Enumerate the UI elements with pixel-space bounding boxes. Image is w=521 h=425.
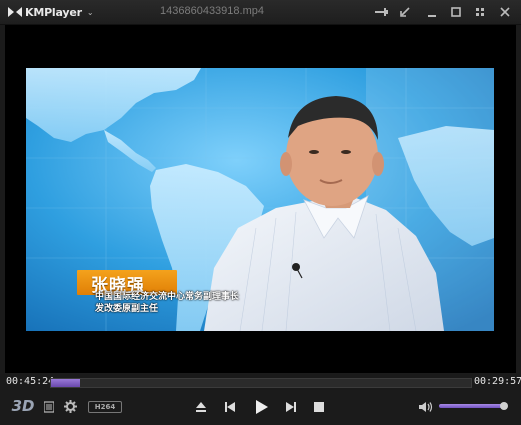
person-title-line2: 发改委原副主任 [95,304,159,314]
volume-slider[interactable] [439,404,502,408]
codec-badge[interactable]: H264 [88,401,122,413]
seek-bar[interactable] [50,378,472,388]
eject-button[interactable] [193,399,209,415]
pin-icon [375,8,388,16]
person-title-line1: 中国国际经济交流中心常务副理事长 [95,292,240,302]
minimize-to-corner-icon [400,7,410,17]
title-caption: 中国国际经济交流中心常务副理事长 发改委原副主任 [95,291,239,315]
seek-row: 00:45:24 00:29:57 [0,374,521,390]
playlist-icon [44,401,54,413]
eject-icon [196,402,206,412]
next-button[interactable] [283,399,299,415]
skip-next-icon [286,402,296,412]
seek-progress [51,379,81,387]
maximize-button[interactable] [448,4,464,20]
control-bar: 3D H264 [0,390,521,425]
minimize-button[interactable] [424,4,440,20]
pin-button[interactable] [373,4,389,20]
compact-mode-button[interactable] [472,4,488,20]
3d-button[interactable]: 3D [11,396,35,416]
remaining-time: 00:29:57 [474,376,521,387]
maximize-icon [451,7,461,17]
kmplayer-logo-icon [8,7,22,17]
elapsed-time: 00:45:24 [6,376,55,387]
stop-button[interactable] [311,399,327,415]
close-icon [500,7,510,17]
minimize-to-corner-button[interactable] [397,4,413,20]
gear-icon [63,399,77,413]
chevron-down-icon: ⌄ [86,7,94,17]
settings-button[interactable] [63,399,77,413]
close-button[interactable] [497,4,513,20]
file-name: 1436860433918.mp4 [160,5,264,17]
volume-knob[interactable] [500,402,508,410]
kmplayer-logo-menu[interactable]: KMPlayer ⌄ [8,5,94,19]
3d-label: 3D [11,397,35,415]
play-button[interactable] [252,398,270,416]
previous-button[interactable] [222,399,238,415]
play-icon [255,400,268,414]
speaker-icon [419,402,433,412]
compact-mode-icon [476,8,484,16]
playlist-button[interactable] [43,400,55,414]
stop-icon [314,402,324,412]
mute-button[interactable] [418,399,434,415]
app-name: KMPlayer [25,5,82,19]
skip-previous-icon [225,402,235,412]
title-bar: KMPlayer ⌄ 1436860433918.mp4 [0,0,521,25]
minimize-icon [428,15,436,17]
